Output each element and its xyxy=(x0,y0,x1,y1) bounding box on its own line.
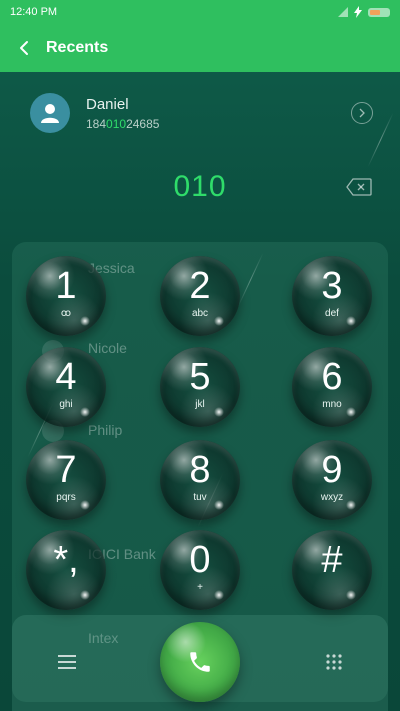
key-digit: 1 xyxy=(55,265,77,307)
call-button[interactable] xyxy=(160,622,240,702)
battery-icon xyxy=(368,7,390,17)
chevron-right-icon xyxy=(359,108,365,118)
page-title: Recents xyxy=(46,39,109,56)
key-2[interactable]: 2 abc xyxy=(160,256,240,336)
dialpad-icon[interactable] xyxy=(325,653,343,671)
suggestion-text: Daniel 18401024685 xyxy=(86,96,351,131)
number-suffix: 24685 xyxy=(126,116,160,131)
number-match: 010 xyxy=(106,116,127,131)
keypad: 1 ꝏ 2 abc 3 def 4 ghi 5 jkl 6 mno 7 pqrs… xyxy=(0,250,400,610)
key-digit: *, xyxy=(53,539,79,581)
avatar xyxy=(30,93,70,133)
menu-icon[interactable] xyxy=(58,654,76,670)
key-digit: 0 xyxy=(189,539,211,581)
back-arrow-icon xyxy=(20,41,28,55)
key-3[interactable]: 3 def xyxy=(292,256,372,336)
key-digit: 2 xyxy=(189,265,211,307)
backspace-icon[interactable] xyxy=(346,178,372,196)
signal-icon xyxy=(338,7,348,17)
status-time: 12:40 PM xyxy=(10,6,58,18)
key-digit: 4 xyxy=(55,356,77,398)
suggestion-number: 18401024685 xyxy=(86,117,351,131)
key-5[interactable]: 5 jkl xyxy=(160,347,240,427)
key-7[interactable]: 7 pqrs xyxy=(26,440,106,520)
phone-icon xyxy=(190,652,210,672)
key-1[interactable]: 1 ꝏ xyxy=(26,256,106,336)
back-button[interactable] xyxy=(12,36,36,60)
key-letters: def xyxy=(325,308,339,319)
status-bar: 12:40 PM xyxy=(0,0,400,24)
key-letters: abc xyxy=(191,308,209,319)
app-bar: Recents xyxy=(0,24,400,72)
key-digit: 7 xyxy=(55,449,77,491)
key-digit: 6 xyxy=(321,356,343,398)
key-letters: + xyxy=(197,582,203,593)
number-prefix: 184 xyxy=(86,116,107,131)
key-digit: 5 xyxy=(189,356,211,398)
key-letters: wxyz xyxy=(320,492,344,503)
key-star[interactable]: *, xyxy=(26,530,106,610)
key-0[interactable]: 0 + xyxy=(160,530,240,610)
key-6[interactable]: 6 mno xyxy=(292,347,372,427)
dialed-number: 010 xyxy=(173,170,227,203)
charging-icon xyxy=(354,6,362,18)
key-letters: ghi xyxy=(59,399,73,410)
key-digit: # xyxy=(321,539,343,581)
dialer-screen: 12:40 PM Recents Daniel 18401024685 010 … xyxy=(0,0,400,711)
contact-detail-button[interactable] xyxy=(351,102,373,124)
key-digit: 9 xyxy=(321,449,343,491)
key-digit: 8 xyxy=(189,449,211,491)
contact-suggestion[interactable]: Daniel 18401024685 xyxy=(30,92,375,134)
key-letters: tuv xyxy=(193,492,207,503)
key-4[interactable]: 4 ghi xyxy=(26,347,106,427)
key-digit: 3 xyxy=(321,265,343,307)
key-hash[interactable]: # xyxy=(292,530,372,610)
key-letters: jkl xyxy=(195,399,205,410)
status-icons xyxy=(338,6,390,18)
key-letters: pqrs xyxy=(56,492,76,503)
key-9[interactable]: 9 wxyz xyxy=(292,440,372,520)
voicemail-icon: ꝏ xyxy=(60,308,72,319)
key-letters: mno xyxy=(322,399,342,410)
suggestion-name: Daniel xyxy=(86,95,129,113)
person-icon xyxy=(41,104,59,123)
key-8[interactable]: 8 tuv xyxy=(160,440,240,520)
